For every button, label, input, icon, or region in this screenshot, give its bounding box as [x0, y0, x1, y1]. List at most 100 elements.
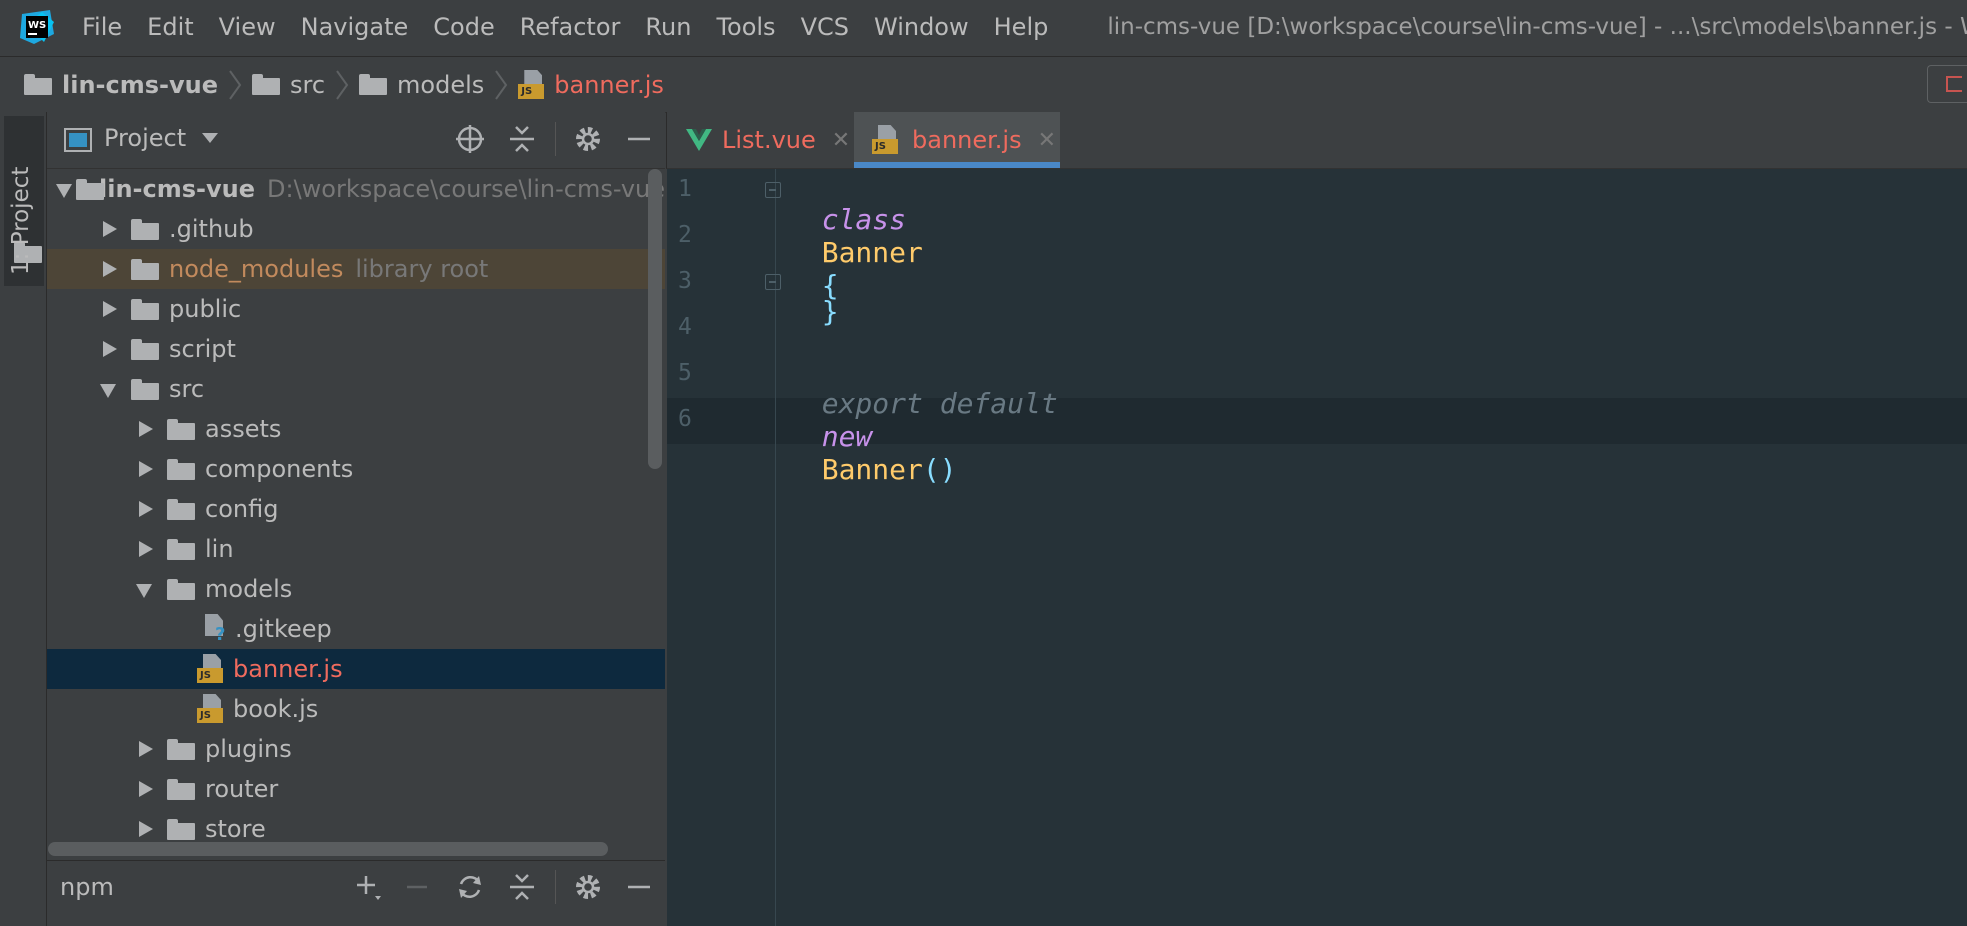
toolbar-button-edge[interactable] [1927, 65, 1967, 103]
tree-item-lin[interactable]: lin [47, 529, 665, 569]
minimize-icon[interactable] [624, 872, 654, 902]
tree-item-models[interactable]: models [47, 569, 665, 609]
folder-icon [24, 74, 52, 95]
menu-window[interactable]: Window [874, 13, 969, 41]
tree-item-label: src [169, 375, 205, 403]
tree-item-components[interactable]: components [47, 449, 665, 489]
menu-edit[interactable]: Edit [147, 13, 193, 41]
gear-icon[interactable] [573, 872, 603, 902]
refresh-icon[interactable] [455, 872, 485, 902]
menu-vcs[interactable]: VCS [801, 13, 849, 41]
code-keyword: export default [821, 387, 1058, 420]
chevron-right-icon[interactable] [135, 779, 155, 799]
chevron-right-icon [494, 69, 508, 101]
js-file-icon: JS [872, 125, 900, 155]
chevron-right-icon[interactable] [135, 459, 155, 479]
tree-item-root[interactable]: lin-cms-vue D:\workspace\course\lin-cms-… [47, 169, 665, 209]
vue-file-icon [686, 129, 712, 151]
collapse-all-icon[interactable] [507, 872, 537, 902]
locate-file-icon[interactable] [455, 124, 485, 154]
chevron-right-icon [335, 69, 349, 101]
tree-item-gitkeep[interactable]: ? .gitkeep [47, 609, 665, 649]
tab-label: List.vue [722, 126, 816, 154]
tree-item-label: book.js [233, 695, 319, 723]
breadcrumb-item-models[interactable]: models [359, 71, 484, 99]
tree-item-label: store [205, 815, 266, 843]
chevron-right-icon[interactable] [99, 339, 119, 359]
chevron-down-icon[interactable] [135, 579, 155, 599]
tab-list-vue[interactable]: List.vue ✕ [686, 112, 850, 168]
tree-item-label: assets [205, 415, 282, 443]
tree-item-config[interactable]: config [47, 489, 665, 529]
chevron-right-icon[interactable] [135, 819, 155, 839]
chevron-right-icon[interactable] [99, 299, 119, 319]
breadcrumb-item-project[interactable]: lin-cms-vue [24, 71, 218, 99]
line-number: 1 [678, 176, 692, 202]
fold-marker-icon[interactable] [765, 182, 781, 198]
minimize-icon[interactable] [624, 124, 654, 154]
tab-banner-js[interactable]: JS banner.js ✕ [872, 112, 1056, 168]
menu-help[interactable]: Help [994, 13, 1049, 41]
breadcrumb-item-file[interactable]: JS banner.js [518, 69, 664, 100]
close-icon[interactable]: ✕ [1038, 128, 1056, 153]
tree-item-plugins[interactable]: plugins [47, 729, 665, 769]
tree-item-banner-js[interactable]: JS banner.js [47, 649, 665, 689]
chevron-down-icon[interactable] [55, 179, 73, 199]
chevron-down-icon [202, 133, 219, 143]
project-view-dropdown[interactable]: Project [104, 124, 219, 152]
menu-run[interactable]: Run [645, 13, 691, 41]
folder-icon [167, 418, 195, 440]
folder-icon [167, 458, 195, 480]
tree-vertical-scrollbar[interactable] [648, 169, 662, 469]
tree-item-script[interactable]: script [47, 329, 665, 369]
project-view-icon [64, 128, 92, 152]
chevron-right-icon[interactable] [135, 739, 155, 759]
tree-item-github[interactable]: .github [47, 209, 665, 249]
line-number: 6 [678, 406, 692, 432]
chevron-right-icon[interactable] [99, 219, 119, 239]
add-icon[interactable] [353, 872, 383, 902]
fold-marker-icon[interactable] [765, 274, 781, 290]
folder-icon [252, 74, 280, 95]
breadcrumb-label: src [290, 70, 326, 99]
tree-item-node-modules[interactable]: node_modules library root [47, 249, 665, 289]
folder-icon [167, 498, 195, 520]
menu-bar: WS File Edit View Navigate Code Refactor… [0, 0, 1967, 54]
chevron-down-icon[interactable] [99, 379, 119, 399]
chevron-right-icon[interactable] [135, 539, 155, 559]
tree-item-router[interactable]: router [47, 769, 665, 809]
menu-tools[interactable]: Tools [716, 13, 775, 41]
project-tree: lin-cms-vue D:\workspace\course\lin-cms-… [47, 169, 665, 859]
gear-icon[interactable] [573, 124, 603, 154]
close-icon[interactable]: ✕ [832, 128, 850, 153]
chevron-right-icon[interactable] [99, 259, 119, 279]
collapse-all-icon[interactable] [507, 124, 537, 154]
tree-item-src[interactable]: src [47, 369, 665, 409]
tab-label: banner.js [912, 126, 1022, 154]
remove-icon[interactable] [402, 872, 432, 902]
js-file-icon: JS [197, 694, 225, 724]
folder-icon [167, 578, 195, 600]
menu-file[interactable]: File [82, 13, 122, 41]
menu-navigate[interactable]: Navigate [301, 13, 409, 41]
svg-text:WS: WS [28, 20, 46, 31]
tree-item-label: public [169, 295, 242, 323]
tree-item-label: banner.js [233, 655, 343, 683]
breadcrumb-label: models [397, 70, 485, 99]
tree-item-label: script [169, 335, 236, 363]
menu-code[interactable]: Code [433, 13, 494, 41]
npm-panel-title: npm [60, 873, 114, 901]
code-punct: } [821, 295, 839, 328]
menu-view[interactable]: View [219, 13, 276, 41]
tree-item-public[interactable]: public [47, 289, 665, 329]
chevron-right-icon[interactable] [135, 499, 155, 519]
tree-item-book-js[interactable]: JS book.js [47, 689, 665, 729]
tree-horizontal-scrollbar[interactable] [48, 842, 608, 856]
breadcrumb-item-src[interactable]: src [252, 71, 325, 99]
folder-icon [359, 74, 388, 95]
tree-item-label: lin-cms-vue [99, 175, 255, 203]
menu-refactor[interactable]: Refactor [520, 13, 621, 41]
tool-tab-project-label: 1: Project [8, 166, 34, 275]
chevron-right-icon[interactable] [135, 419, 155, 439]
tree-item-assets[interactable]: assets [47, 409, 665, 449]
